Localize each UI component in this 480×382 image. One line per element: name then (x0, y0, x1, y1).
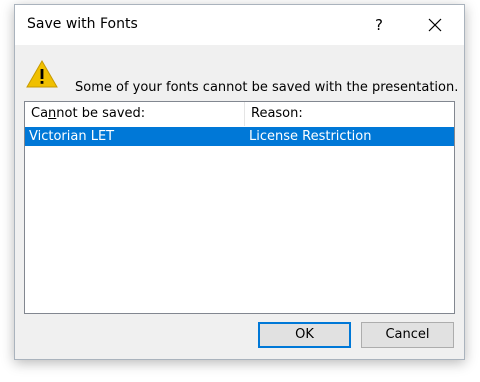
close-icon[interactable] (420, 11, 450, 39)
title-bar: Save with Fonts ? (15, 5, 464, 45)
fonts-list[interactable]: Cannot be saved: Reason: Victorian LET L… (24, 101, 455, 314)
cancel-button[interactable]: Cancel (361, 322, 454, 348)
warning-message: Some of your fonts cannot be saved with … (75, 80, 459, 95)
column-header-label-pre: Ca (31, 106, 49, 121)
column-header-label-post: not be saved: (56, 106, 146, 121)
help-icon[interactable]: ? (366, 11, 392, 39)
column-header-cannot-be-saved[interactable]: Cannot be saved: (25, 102, 245, 126)
ok-button[interactable]: OK (258, 322, 351, 348)
row-reason: License Restriction (249, 129, 372, 144)
row-font-name: Victorian LET (29, 129, 115, 144)
list-header: Cannot be saved: Reason: (25, 102, 454, 126)
save-with-fonts-dialog: Save with Fonts ? Some of your fonts can… (14, 4, 465, 360)
dialog-title: Save with Fonts (27, 16, 138, 32)
warning-icon (26, 59, 58, 88)
column-header-reason[interactable]: Reason: (245, 102, 454, 126)
list-row-selected[interactable]: Victorian LET License Restriction (25, 127, 454, 146)
